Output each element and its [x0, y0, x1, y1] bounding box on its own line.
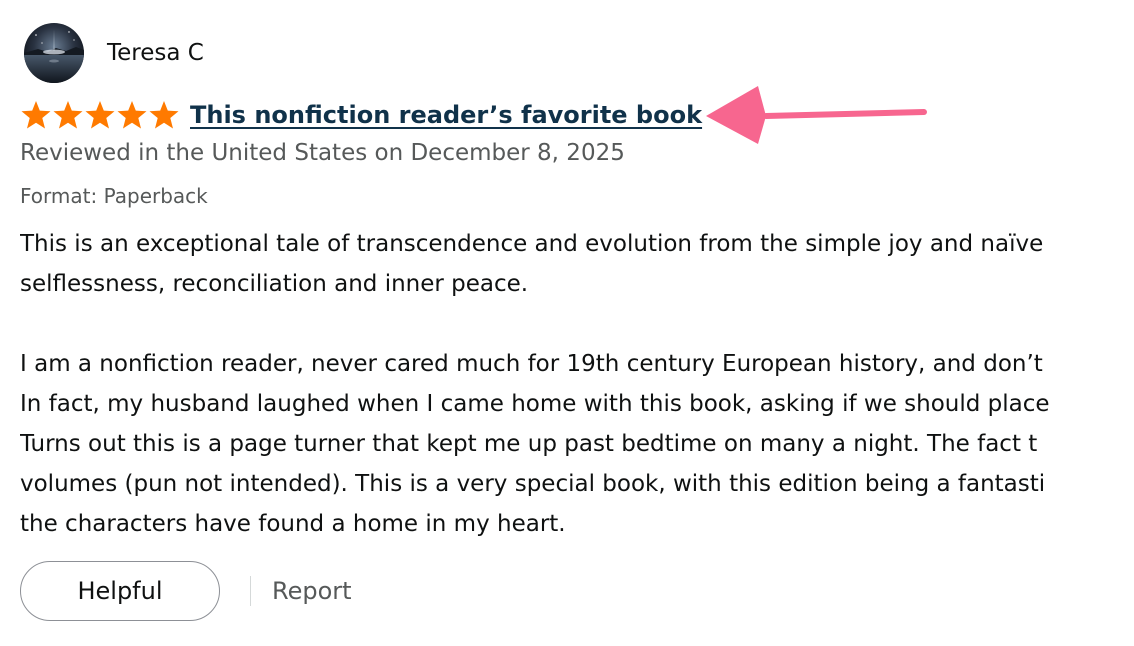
- action-divider: [250, 576, 251, 606]
- star-icon: [85, 101, 115, 129]
- star-icon: [53, 101, 83, 129]
- review-text-line: selflessness, reconciliation and inner p…: [20, 271, 529, 297]
- helpful-button[interactable]: Helpful: [20, 561, 220, 621]
- review-text-line: the characters have found a home in my h…: [20, 511, 566, 537]
- avatar[interactable]: [24, 23, 84, 83]
- star-icon: [117, 101, 147, 129]
- review-format: Format: Paperback: [20, 184, 208, 208]
- review-text-line: This is an exceptional tale of transcend…: [20, 231, 1044, 257]
- star-icon: [21, 101, 51, 129]
- review-date: Reviewed in the United States on Decembe…: [20, 140, 625, 166]
- reviewer-name[interactable]: Teresa C: [107, 40, 204, 66]
- review-text-line: Turns out this is a page turner that kep…: [20, 431, 1038, 457]
- review-text-line: I am a nonfiction reader, never cared mu…: [20, 351, 1043, 377]
- customer-review: Teresa C This nonfiction reader’s favori…: [0, 0, 1134, 646]
- star-icon: [149, 101, 179, 129]
- review-title-link[interactable]: This nonfiction reader’s favorite book: [190, 101, 702, 129]
- review-actions: Helpful Report: [20, 559, 352, 623]
- review-text-line: volumes (pun not intended). This is a ve…: [20, 471, 1046, 497]
- reviewer-profile[interactable]: Teresa C: [24, 22, 204, 84]
- star-rating[interactable]: [20, 100, 180, 130]
- review-body: This is an exceptional tale of transcend…: [20, 224, 1134, 544]
- review-header: This nonfiction reader’s favorite book: [20, 96, 702, 134]
- review-text-line: In fact, my husband laughed when I came …: [20, 391, 1050, 417]
- pink-arrow-icon: [706, 86, 927, 144]
- report-link[interactable]: Report: [272, 577, 352, 605]
